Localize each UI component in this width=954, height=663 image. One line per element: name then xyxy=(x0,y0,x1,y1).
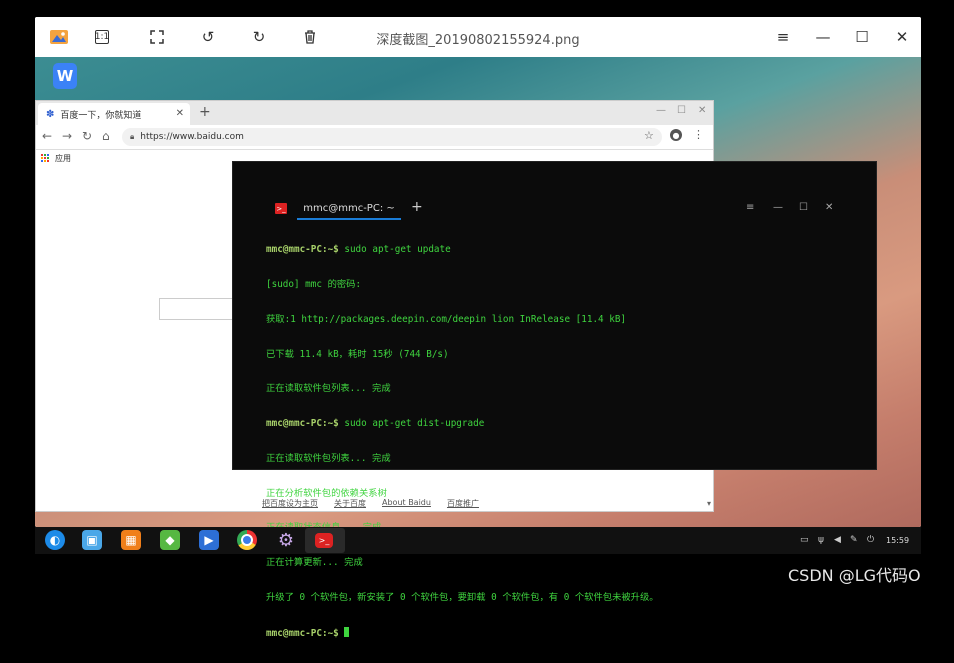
terminal-icon[interactable]: >_ xyxy=(315,533,333,548)
browser-minimize-icon[interactable]: — xyxy=(656,105,666,116)
terminal-maximize-icon[interactable]: ☐ xyxy=(799,202,808,213)
terminal-window: >_ mmc@mmc-PC: ~ + ≡ — ☐ ✕ mmc@mmc-PC:~$… xyxy=(232,161,877,639)
home-icon[interactable]: ⌂ xyxy=(102,129,110,143)
terminal-line: 升级了 0 个软件包，新安装了 0 个软件包，要卸载 0 个软件包，有 0 个软… xyxy=(266,592,659,603)
launcher-icon[interactable]: ◐ xyxy=(45,530,65,550)
browser-tab[interactable]: ✽ 百度一下，你就知道 ✕ xyxy=(38,103,190,125)
menu-icon[interactable]: ≡ xyxy=(773,27,793,47)
baidu-favicon-icon: ✽ xyxy=(46,108,55,120)
file-manager-icon[interactable]: ▣ xyxy=(82,530,102,550)
video-player-icon[interactable]: ▶ xyxy=(199,530,219,550)
usb-icon[interactable]: ψ xyxy=(818,535,824,545)
watermark: CSDN @LG代码O xyxy=(788,566,921,585)
terminal-line: 正在分析软件包的依赖关系树 xyxy=(266,487,387,499)
viewer-toolbar: 1:1 ↺ ↻ 深度截图_20190802155924.png ≡ — ☐ ✕ xyxy=(35,17,921,57)
terminal-output[interactable]: mmc@mmc-PC:~$ sudo apt-get update [sudo]… xyxy=(266,221,866,663)
browser-tab-bar: ✽ 百度一下，你就知道 ✕ + — ☐ ✕ xyxy=(36,101,713,125)
close-icon[interactable]: ✕ xyxy=(892,27,912,47)
terminal-line: 已下载 11.4 kB，耗时 15秒 (744 B/s) xyxy=(266,348,449,360)
bookmark-apps-label[interactable]: 应用 xyxy=(55,153,71,164)
browser-address-bar: ← → ↻ ⌂ 🔒︎ https://www.baidu.com ☆ ● ⋮ xyxy=(36,125,713,150)
url-text: https://www.baidu.com xyxy=(140,132,244,142)
terminal-line: 正在计算更新... 完成 xyxy=(266,557,363,569)
apps-grid-icon[interactable] xyxy=(41,154,50,163)
terminal-minimize-icon[interactable]: — xyxy=(773,202,783,213)
notification-icon[interactable]: ✎ xyxy=(850,535,858,545)
bookmark-star-icon[interactable]: ☆ xyxy=(644,129,654,142)
dock: ◐ ▣ ▦ ◆ ▶ ⚙ >_ ▭ ψ ◀ ✎ ⏻ 15:59 xyxy=(35,527,921,554)
terminal-app-icon: >_ xyxy=(275,203,287,214)
terminal-line: [sudo] mmc 的密码: xyxy=(266,278,362,290)
new-tab-icon[interactable]: + xyxy=(199,104,211,120)
terminal-menu-icon[interactable]: ≡ xyxy=(746,202,754,213)
terminal-tab[interactable]: mmc@mmc-PC: ~ xyxy=(297,198,401,220)
terminal-line: 正在读取软件包列表... 完成 xyxy=(266,452,391,464)
forward-icon[interactable]: → xyxy=(62,129,72,143)
chrome-icon[interactable] xyxy=(237,530,257,550)
terminal-close-icon[interactable]: ✕ xyxy=(825,202,833,213)
browser-tab-title: 百度一下，你就知道 xyxy=(60,110,142,121)
terminal-line: mmc@mmc-PC:~$ sudo apt-get dist-upgrade xyxy=(266,418,485,430)
terminal-line: mmc@mmc-PC:~$ sudo apt-get update xyxy=(266,244,451,256)
maximize-icon[interactable]: ☐ xyxy=(852,27,872,47)
terminal-cursor xyxy=(344,626,350,637)
reload-icon[interactable]: ↻ xyxy=(82,129,92,143)
terminal-line: 获取:1 http://packages.deepin.com/deepin l… xyxy=(266,313,627,325)
clock[interactable]: 15:59 xyxy=(886,536,909,545)
lock-icon: 🔒︎ xyxy=(130,132,135,141)
terminal-line: 正在读取软件包列表... 完成 xyxy=(266,383,391,395)
volume-icon[interactable]: ◀ xyxy=(834,535,841,545)
settings-icon[interactable]: ⚙ xyxy=(276,530,296,551)
terminal-line: mmc@mmc-PC:~$ xyxy=(266,626,866,640)
wps-writer-icon[interactable]: W xyxy=(53,63,77,89)
new-terminal-tab-icon[interactable]: + xyxy=(411,199,423,215)
power-icon[interactable]: ⏻ xyxy=(867,535,874,545)
tab-close-icon[interactable]: ✕ xyxy=(176,108,184,119)
minimize-icon[interactable]: — xyxy=(813,27,833,47)
account-icon[interactable]: ● xyxy=(670,129,682,141)
keyboard-icon[interactable]: ▭ xyxy=(800,535,809,545)
deepin-store-icon[interactable]: ◆ xyxy=(160,530,180,550)
browser-close-icon[interactable]: ✕ xyxy=(698,105,706,116)
more-menu-icon[interactable]: ⋮ xyxy=(693,128,704,141)
url-input[interactable]: 🔒︎ https://www.baidu.com xyxy=(122,128,662,146)
terminal-tab-bar: >_ mmc@mmc-PC: ~ + ≡ — ☐ ✕ xyxy=(233,198,876,220)
back-icon[interactable]: ← xyxy=(42,129,52,143)
app-store-icon[interactable]: ▦ xyxy=(121,530,141,550)
browser-maximize-icon[interactable]: ☐ xyxy=(677,105,686,116)
